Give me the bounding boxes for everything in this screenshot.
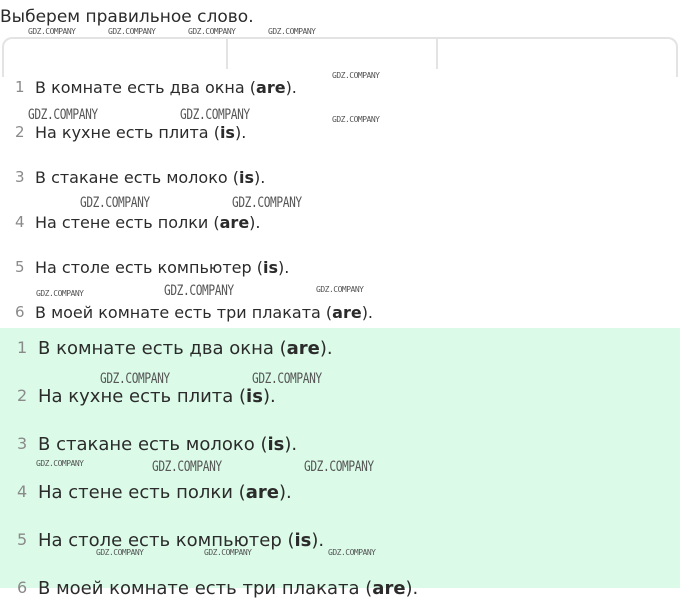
watermark: GDZ.COMPANY (252, 371, 322, 387)
item-text: На стене есть полки (are). (35, 213, 261, 232)
item-text: В стакане есть молоко (is). (38, 434, 298, 455)
watermark: GDZ.COMPANY (36, 459, 84, 468)
item-text: В моей комнате есть три плаката (are). (35, 303, 374, 322)
item-number: 5 (15, 258, 25, 276)
item-number: 4 (15, 213, 25, 231)
page-title: Выберем правильное слово. (0, 7, 254, 27)
watermark: GDZ.COMPANY (152, 459, 222, 475)
item-text: На столе есть компьютер (is). (35, 258, 290, 277)
watermark: GDZ.COMPANY (108, 27, 156, 36)
watermark: GDZ.COMPANY (332, 115, 380, 124)
watermark: GDZ.COMPANY (316, 285, 364, 294)
tab-separator (226, 39, 228, 69)
watermark: GDZ.COMPANY (100, 371, 170, 387)
watermark: GDZ.COMPANY (304, 459, 374, 475)
watermark: GDZ.COMPANY (28, 27, 76, 36)
item-number: 6 (15, 303, 25, 321)
watermark: GDZ.COMPANY (164, 283, 234, 299)
item-text: В комнате есть два окна (are). (35, 78, 297, 97)
item-text: В моей комнате есть три плаката (are). (38, 578, 419, 599)
item-number: 3 (17, 434, 28, 453)
item-number: 1 (17, 338, 28, 357)
item-text: В стакане есть молоко (is). (35, 168, 266, 187)
item-number: 5 (17, 530, 28, 549)
watermark: GDZ.COMPANY (328, 548, 376, 557)
item-number: 1 (15, 78, 25, 96)
watermark: GDZ.COMPANY (204, 548, 252, 557)
watermark: GDZ.COMPANY (332, 71, 380, 80)
item-text: На столе есть компьютер (is). (38, 530, 325, 551)
item-number: 3 (15, 168, 25, 186)
watermark: GDZ.COMPANY (80, 195, 150, 211)
item-text: На стене есть полки (are). (38, 482, 292, 503)
watermark: GDZ.COMPANY (96, 548, 144, 557)
item-text: На кухне есть плита (is). (38, 386, 276, 407)
watermark: GDZ.COMPANY (28, 107, 98, 123)
item-number: 4 (17, 482, 28, 501)
item-number: 2 (15, 123, 25, 141)
watermark: GDZ.COMPANY (188, 27, 236, 36)
watermark: GDZ.COMPANY (36, 289, 84, 298)
watermark: GDZ.COMPANY (180, 107, 250, 123)
item-number: 2 (17, 386, 28, 405)
watermark: GDZ.COMPANY (232, 195, 302, 211)
item-text: На кухне есть плита (is). (35, 123, 247, 142)
item-text: В комнате есть два окна (are). (38, 338, 333, 359)
watermark: GDZ.COMPANY (268, 27, 316, 36)
tab-separator (436, 39, 438, 69)
